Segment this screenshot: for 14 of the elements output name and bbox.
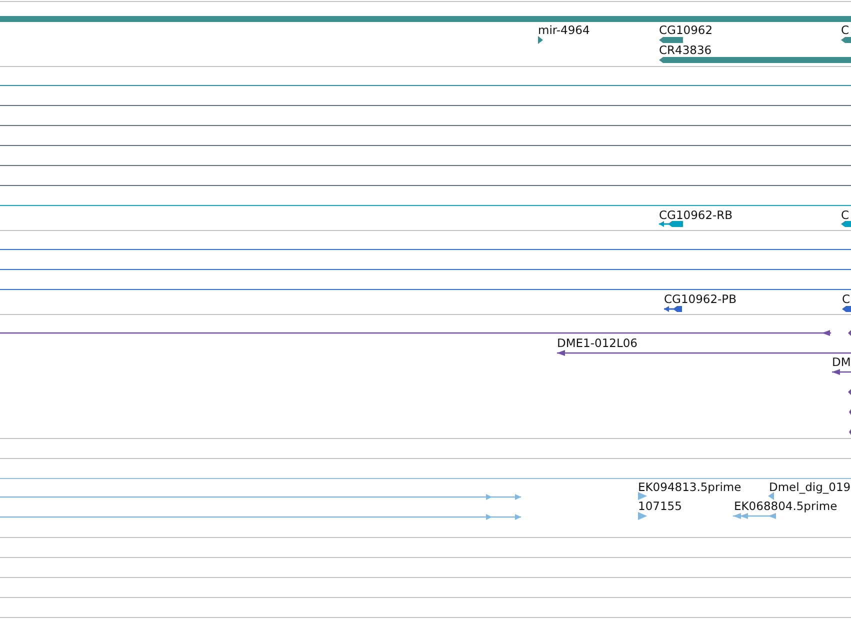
feature-label: DM: [832, 355, 851, 369]
feature-label: EK068804.5prime: [734, 499, 838, 513]
feature-label: mir-4964: [538, 23, 590, 37]
feature-label: C: [842, 292, 850, 306]
feature-label: C: [841, 23, 850, 37]
feature-label: Dmel_dig_019: [769, 480, 851, 494]
feature-label: C: [841, 208, 850, 222]
feature-label: CG10962-RB: [659, 208, 733, 222]
feature-label: CR43836: [659, 43, 712, 57]
feature-label: CG10962-PB: [664, 292, 736, 306]
feature-label: CG10962: [659, 23, 713, 37]
feature-label: DME1-012L06: [557, 336, 638, 350]
feature-label: EK094813.5prime: [638, 480, 742, 494]
feature-label: 107155: [638, 499, 682, 513]
